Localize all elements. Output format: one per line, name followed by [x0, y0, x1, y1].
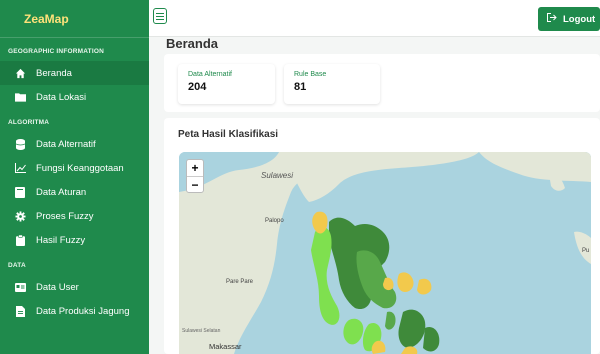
section-title: DATA: [8, 262, 26, 269]
map-label-pu: Pu: [582, 248, 589, 254]
book-icon: [14, 186, 26, 198]
page-title: Beranda: [166, 36, 219, 51]
map-label-palopo: Palopo: [265, 218, 284, 224]
sidebar-item-proses-fuzzy[interactable]: Proses Fuzzy: [0, 204, 149, 228]
sidebar-item-hasil-fuzzy[interactable]: Hasil Fuzzy: [0, 228, 149, 252]
database-icon: [14, 138, 26, 150]
section-title: ALGORITMA: [8, 119, 50, 126]
brand-logo[interactable]: ZeaMap: [0, 0, 149, 38]
zoom-out-button[interactable]: −: [187, 176, 203, 192]
sidebar-item-data-user[interactable]: Data User: [0, 275, 149, 299]
sidebar-item-label: Data User: [36, 281, 79, 293]
map-label-pare-pare: Pare Pare: [226, 279, 254, 285]
map-title: Peta Hasil Klasifikasi: [178, 129, 279, 140]
logout-icon: [547, 13, 557, 25]
stat-value: 81: [294, 81, 307, 93]
sidebar-item-label: Data Aturan: [36, 186, 87, 198]
sidebar: ZeaMap GEOGRAPHIC INFORMATION Beranda Da…: [0, 0, 149, 354]
map-label-sulawesi-selatan: Sulawesi Selatan: [182, 328, 221, 334]
hamburger-icon: [156, 7, 164, 25]
section-title: GEOGRAPHIC INFORMATION: [8, 48, 104, 55]
stat-label: Rule Base: [294, 71, 327, 78]
folder-icon: [14, 91, 26, 103]
menu-toggle-button[interactable]: [153, 8, 167, 24]
home-icon: [14, 67, 26, 79]
sidebar-item-beranda[interactable]: Beranda: [0, 61, 149, 85]
sidebar-item-label: Hasil Fuzzy: [36, 234, 86, 246]
document-icon: [14, 305, 26, 317]
map-panel: Peta Hasil Klasifikasi Sulawesi Palopo P…: [164, 118, 600, 354]
gear-icon: [14, 210, 26, 222]
id-card-icon: [14, 281, 26, 293]
zoom-in-button[interactable]: +: [187, 160, 203, 176]
map-label-sulawesi: Sulawesi: [261, 171, 293, 180]
sidebar-item-label: Data Lokasi: [36, 91, 87, 103]
stat-card-rule-base: Rule Base 81: [284, 64, 380, 104]
sidebar-item-label: Data Produksi Jagung: [36, 305, 130, 317]
chart-line-icon: [14, 162, 26, 174]
stat-label: Data Alternatif: [188, 71, 232, 78]
sidebar-item-data-produksi-jagung[interactable]: Data Produksi Jagung: [0, 299, 149, 323]
sidebar-item-data-lokasi[interactable]: Data Lokasi: [0, 85, 149, 109]
sidebar-item-fungsi-keanggotaan[interactable]: Fungsi Keanggotaan: [0, 156, 149, 180]
topbar: Logout: [149, 0, 600, 37]
sidebar-item-label: Beranda: [36, 67, 72, 79]
zoom-control: + −: [186, 159, 204, 193]
sidebar-item-data-alternatif[interactable]: Data Alternatif: [0, 132, 149, 156]
stat-value: 204: [188, 81, 207, 93]
sidebar-item-label: Proses Fuzzy: [36, 210, 94, 222]
logout-button[interactable]: Logout: [538, 7, 600, 31]
sidebar-item-data-aturan[interactable]: Data Aturan: [0, 180, 149, 204]
clipboard-icon: [14, 234, 26, 246]
classification-map[interactable]: Sulawesi Palopo Pare Pare Makassar Sulaw…: [179, 152, 591, 354]
sidebar-item-label: Data Alternatif: [36, 138, 96, 150]
map-canvas[interactable]: Sulawesi Palopo Pare Pare Makassar Sulaw…: [179, 152, 591, 354]
stat-card-data-alternatif: Data Alternatif 204: [178, 64, 275, 104]
logout-label: Logout: [563, 13, 596, 25]
sidebar-item-label: Fungsi Keanggotaan: [36, 162, 124, 174]
map-label-makassar: Makassar: [209, 342, 242, 351]
stats-panel: Data Alternatif 204 Rule Base 81: [164, 54, 600, 112]
